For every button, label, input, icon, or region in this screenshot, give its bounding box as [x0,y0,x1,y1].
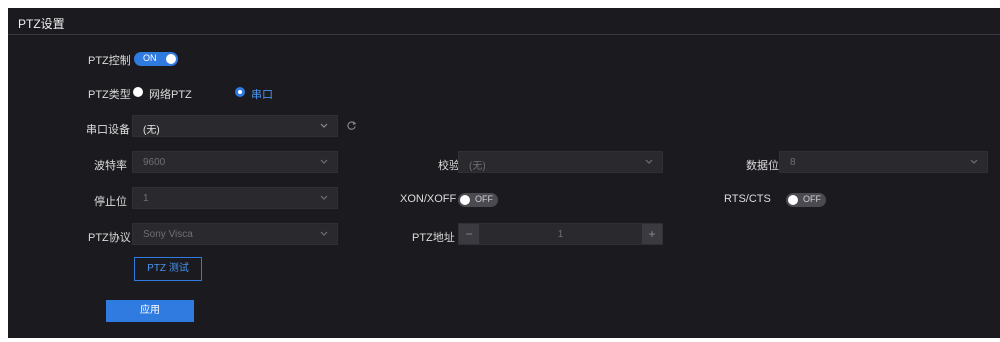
chevron-down-icon [320,159,328,164]
ptz-control-toggle-text: ON [143,53,157,63]
chevron-down-icon [320,123,328,128]
rts-cts-toggle[interactable]: OFF [786,193,826,207]
data-bits-label: 数据位 [746,160,779,172]
ptz-control-label: PTZ控制 [88,55,131,67]
baud-rate-value: 9600 [143,157,166,168]
serial-device-select[interactable]: (无) [132,115,338,137]
parity-value: (无) [469,161,486,172]
rts-cts-toggle-text: OFF [803,194,821,204]
ptz-settings-panel: PTZ设置 PTZ控制 ON PTZ类型 网络PTZ 串口 串口设备 (无) 波… [8,8,1000,338]
ptz-address-stepper[interactable]: − 1 + [458,223,663,245]
ptz-control-toggle[interactable]: ON [134,52,178,66]
radio-network-ptz[interactable] [133,87,143,97]
parity-select[interactable]: (无) [458,151,663,173]
ptz-protocol-value: Sony Visca [143,229,193,240]
stop-bits-value: 1 [143,193,149,204]
rts-cts-label: RTS/CTS [724,193,771,205]
apply-button[interactable]: 应用 [106,300,194,322]
page-title: PTZ设置 [18,17,65,31]
refresh-icon[interactable] [346,120,357,131]
toggle-knob [788,195,798,205]
serial-device-value: (无) [143,125,160,136]
ptz-address-label: PTZ地址 [412,232,455,244]
ptz-address-value[interactable]: 1 [459,229,662,240]
stop-bits-select[interactable]: 1 [132,187,338,209]
chevron-down-icon [320,231,328,236]
xon-xoff-toggle-text: OFF [475,194,493,204]
data-bits-select[interactable]: 8 [779,151,988,173]
ptz-protocol-select[interactable]: Sony Visca [132,223,338,245]
xon-xoff-toggle[interactable]: OFF [458,193,498,207]
panel-header: PTZ设置 [8,8,1000,35]
xon-xoff-label: XON/XOFF [400,193,457,205]
serial-device-label: 串口设备 [86,124,130,136]
baud-rate-select[interactable]: 9600 [132,151,338,173]
chevron-down-icon [320,195,328,200]
radio-network-ptz-label[interactable]: 网络PTZ [149,86,192,102]
radio-serial-label[interactable]: 串口 [251,86,273,102]
stop-bits-label: 停止位 [94,196,127,208]
baud-rate-label: 波特率 [94,160,127,172]
chevron-down-icon [970,159,978,164]
increment-button[interactable]: + [642,224,662,244]
ptz-type-label: PTZ类型 [88,89,131,101]
toggle-knob [460,195,470,205]
toggle-knob [166,54,176,64]
radio-serial[interactable] [235,87,245,97]
chevron-down-icon [645,159,653,164]
ptz-test-button[interactable]: PTZ 测试 [134,257,202,281]
ptz-protocol-label: PTZ协议 [88,232,131,244]
data-bits-value: 8 [790,157,796,168]
parity-label: 校验 [438,160,460,172]
